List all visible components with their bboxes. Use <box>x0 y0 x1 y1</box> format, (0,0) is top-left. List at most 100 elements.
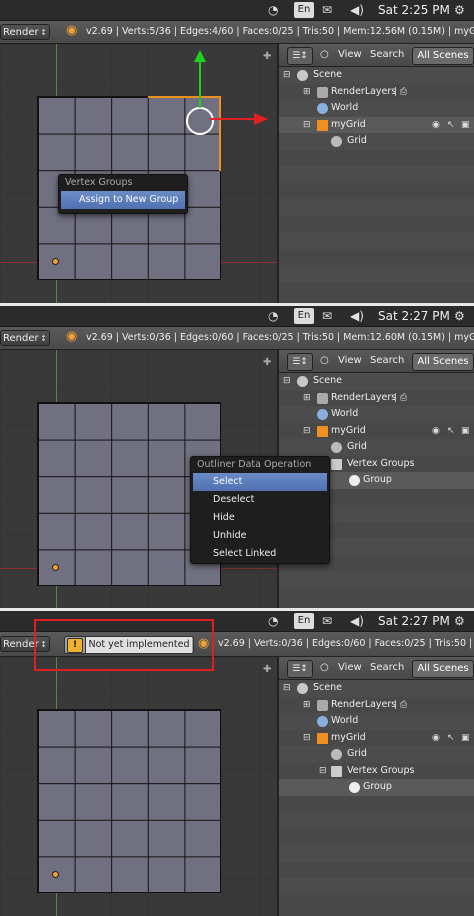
envelope-icon[interactable]: ✉ <box>322 614 332 628</box>
manipulator-circle[interactable] <box>186 107 214 135</box>
tree-row[interactable]: ⊟ Scene <box>279 680 474 697</box>
tree-row[interactable]: ⊞ RenderLayers | ⎙ <box>279 390 474 407</box>
tree-row-selected[interactable]: Group <box>279 779 474 796</box>
language-indicator[interactable]: En <box>294 613 314 629</box>
gear-icon[interactable]: ⚙ <box>454 309 465 323</box>
search-menu[interactable]: Search <box>370 662 404 673</box>
volume-icon[interactable]: ◀) <box>350 3 364 17</box>
tree-row[interactable]: Grid <box>279 746 474 763</box>
camera-icon[interactable]: ▣ <box>461 423 470 440</box>
cursor-icon[interactable]: ↖ <box>447 423 455 440</box>
view-menu[interactable]: View <box>338 662 362 673</box>
collapse-icon[interactable]: ⊟ <box>303 730 311 747</box>
volume-icon[interactable]: ◀) <box>350 309 364 323</box>
editor-type-icon[interactable]: ☰↕ <box>287 660 313 678</box>
collapse-icon[interactable]: ⊟ <box>283 373 291 390</box>
row-label: Group <box>363 781 392 792</box>
row-label: RenderLayers <box>331 391 397 403</box>
wifi-icon[interactable]: ◔ <box>268 3 278 17</box>
wifi-icon[interactable]: ◔ <box>268 309 278 323</box>
expand-icon[interactable]: ⊞ <box>303 697 311 714</box>
collapse-icon[interactable]: ⊟ <box>283 680 291 697</box>
search-menu[interactable]: Search <box>370 49 404 60</box>
eye-icon[interactable]: ◉ <box>432 423 440 440</box>
mesh-data-icon <box>331 136 342 147</box>
expand-icon[interactable]: ⊞ <box>303 390 311 407</box>
tree-row[interactable]: ⊞ RenderLayers | ⎙ <box>279 697 474 714</box>
envelope-icon[interactable]: ✉ <box>322 3 332 17</box>
render-icon[interactable]: | ⎙ <box>394 390 407 407</box>
volume-icon[interactable]: ◀) <box>350 614 364 628</box>
envelope-icon[interactable]: ✉ <box>322 309 332 323</box>
render-icon[interactable]: | ⎙ <box>394 84 407 101</box>
view-menu[interactable]: View <box>338 49 362 60</box>
tree-row[interactable]: ⊟ Scene <box>279 67 474 84</box>
collapse-icon[interactable]: ⊟ <box>283 67 291 84</box>
tree-row[interactable]: ⊟ myGrid ◉ ↖ ▣ <box>279 423 474 440</box>
tree-row[interactable]: World <box>279 406 474 423</box>
display-mode-dropdown[interactable]: All Scenes <box>412 47 474 65</box>
row-label: Vertex Groups <box>347 457 415 469</box>
clock[interactable]: Sat 2:27 PM <box>378 614 450 628</box>
collapse-icon[interactable]: ⊟ <box>303 117 311 134</box>
tree-row[interactable]: ⊟ myGrid ◉ ↖ ▣ <box>279 730 474 747</box>
cursor-icon[interactable]: ↖ <box>447 117 455 134</box>
assign-new-group-item[interactable]: Assign to New Group <box>61 191 185 209</box>
camera-icon[interactable]: ▣ <box>461 730 470 747</box>
outliner-data-operation-menu: Outliner Data Operation Select Deselect … <box>190 456 330 564</box>
object-origin <box>52 258 59 265</box>
tree-row[interactable]: Grid <box>279 133 474 150</box>
3d-viewport[interactable]: ✚ <box>0 657 279 916</box>
manipulator-z-axis[interactable] <box>199 58 201 108</box>
plus-icon[interactable]: ✚ <box>263 665 273 675</box>
chevron-updown-icon: ↕ <box>40 28 47 37</box>
clock[interactable]: Sat 2:25 PM <box>378 3 450 17</box>
editor-type-icon[interactable]: ☰↕ <box>287 47 313 65</box>
render-engine-dropdown[interactable]: Render ↕ <box>0 24 50 40</box>
render-engine-dropdown[interactable]: Render ↕ <box>0 330 50 346</box>
filter-icon[interactable]: ○ <box>320 662 329 673</box>
tree-row[interactable]: ⊟ Scene <box>279 373 474 390</box>
tree-row[interactable]: World <box>279 100 474 117</box>
manipulator-x-axis[interactable] <box>210 118 256 120</box>
collapse-icon[interactable]: ⊟ <box>319 763 327 780</box>
gear-icon[interactable]: ⚙ <box>454 3 465 17</box>
language-indicator[interactable]: En <box>294 308 314 324</box>
render-engine-label: Render <box>3 27 39 38</box>
eye-icon[interactable]: ◉ <box>432 730 440 747</box>
select-item[interactable]: Select <box>193 473 327 491</box>
camera-icon[interactable]: ▣ <box>461 117 470 134</box>
tree-row[interactable]: ⊞ RenderLayers | ⎙ <box>279 84 474 101</box>
search-menu[interactable]: Search <box>370 355 404 366</box>
tree-row-empty <box>279 232 474 249</box>
eye-icon[interactable]: ◉ <box>432 117 440 134</box>
editor-type-icon[interactable]: ☰↕ <box>287 353 313 371</box>
render-icon[interactable]: | ⎙ <box>394 697 407 714</box>
tree-row-selected[interactable]: ⊟ myGrid ◉ ↖ ▣ <box>279 116 474 134</box>
unhide-item[interactable]: Unhide <box>193 527 327 545</box>
gear-icon[interactable]: ⚙ <box>454 614 465 628</box>
cursor-icon[interactable]: ↖ <box>447 730 455 747</box>
filter-icon[interactable]: ○ <box>320 49 329 60</box>
plus-icon[interactable]: ✚ <box>263 358 273 368</box>
display-mode-dropdown[interactable]: All Scenes <box>412 353 474 371</box>
wifi-icon[interactable]: ◔ <box>268 614 278 628</box>
deselect-item[interactable]: Deselect <box>193 491 327 509</box>
filter-icon[interactable]: ○ <box>320 355 329 366</box>
tree-row[interactable]: Grid <box>279 439 474 456</box>
clock[interactable]: Sat 2:27 PM <box>378 309 450 323</box>
tree-row[interactable]: World <box>279 713 474 730</box>
annotation-highlight-box <box>34 619 214 671</box>
display-mode-dropdown[interactable]: All Scenes <box>412 660 474 678</box>
3d-viewport[interactable]: ✚ Vertex Groups Assign to New Group <box>0 44 279 303</box>
menu-title: Vertex Groups <box>65 177 133 188</box>
expand-icon[interactable]: ⊞ <box>303 84 311 101</box>
hide-item[interactable]: Hide <box>193 509 327 527</box>
plus-icon[interactable]: ✚ <box>263 52 273 62</box>
collapse-icon[interactable]: ⊟ <box>303 423 311 440</box>
language-indicator[interactable]: En <box>294 2 314 18</box>
tree-row[interactable]: ⊟ Vertex Groups <box>279 763 474 780</box>
grid-mesh[interactable] <box>37 709 221 893</box>
select-linked-item[interactable]: Select Linked <box>193 545 327 563</box>
view-menu[interactable]: View <box>338 355 362 366</box>
